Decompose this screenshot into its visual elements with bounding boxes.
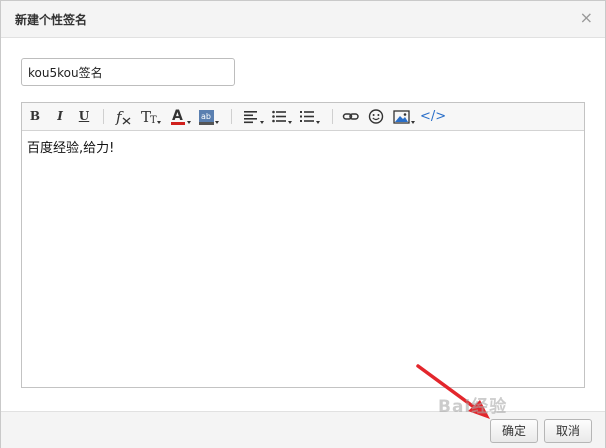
toolbar-separator xyxy=(231,109,232,124)
font-size-icon[interactable]: TT xyxy=(140,107,162,126)
editor-content[interactable]: 百度经验,给力! xyxy=(27,137,114,156)
dialog-header: 新建个性签名 × xyxy=(1,1,605,38)
signature-dialog: 新建个性签名 × B I U f TT A ab xyxy=(0,0,606,448)
emoji-icon[interactable] xyxy=(367,107,385,126)
signature-name-input[interactable] xyxy=(21,58,235,86)
italic-icon[interactable]: I xyxy=(53,107,67,126)
toolbar-separator xyxy=(103,109,104,124)
close-icon[interactable]: × xyxy=(580,8,593,28)
svg-text:T: T xyxy=(150,115,157,126)
font-color-icon[interactable]: A xyxy=(170,107,192,126)
clear-format-icon[interactable]: f xyxy=(115,107,135,126)
toolbar-separator xyxy=(332,109,333,124)
cancel-button[interactable]: 取消 xyxy=(544,419,592,443)
svg-text:ab: ab xyxy=(201,112,211,121)
image-icon[interactable] xyxy=(393,107,417,126)
html-source-icon[interactable]: </> xyxy=(420,107,446,126)
link-icon[interactable] xyxy=(342,107,360,126)
dialog-title: 新建个性签名 xyxy=(15,13,88,27)
baidu-watermark: Bai经验 xyxy=(438,397,508,417)
dialog-footer: 确定 取消 xyxy=(1,411,605,448)
align-icon[interactable] xyxy=(243,107,265,126)
bold-icon[interactable]: B xyxy=(28,107,42,126)
underline-icon[interactable]: U xyxy=(77,107,91,126)
svg-text:f: f xyxy=(115,108,124,126)
rich-text-editor: B I U f TT A ab </> 百度经验,给力! xyxy=(21,102,585,388)
svg-text:A: A xyxy=(172,108,183,124)
editor-toolbar: B I U f TT A ab </> xyxy=(22,103,584,131)
background-color-icon[interactable]: ab xyxy=(198,107,220,126)
ordered-list-icon[interactable] xyxy=(299,107,321,126)
unordered-list-icon[interactable] xyxy=(271,107,293,126)
